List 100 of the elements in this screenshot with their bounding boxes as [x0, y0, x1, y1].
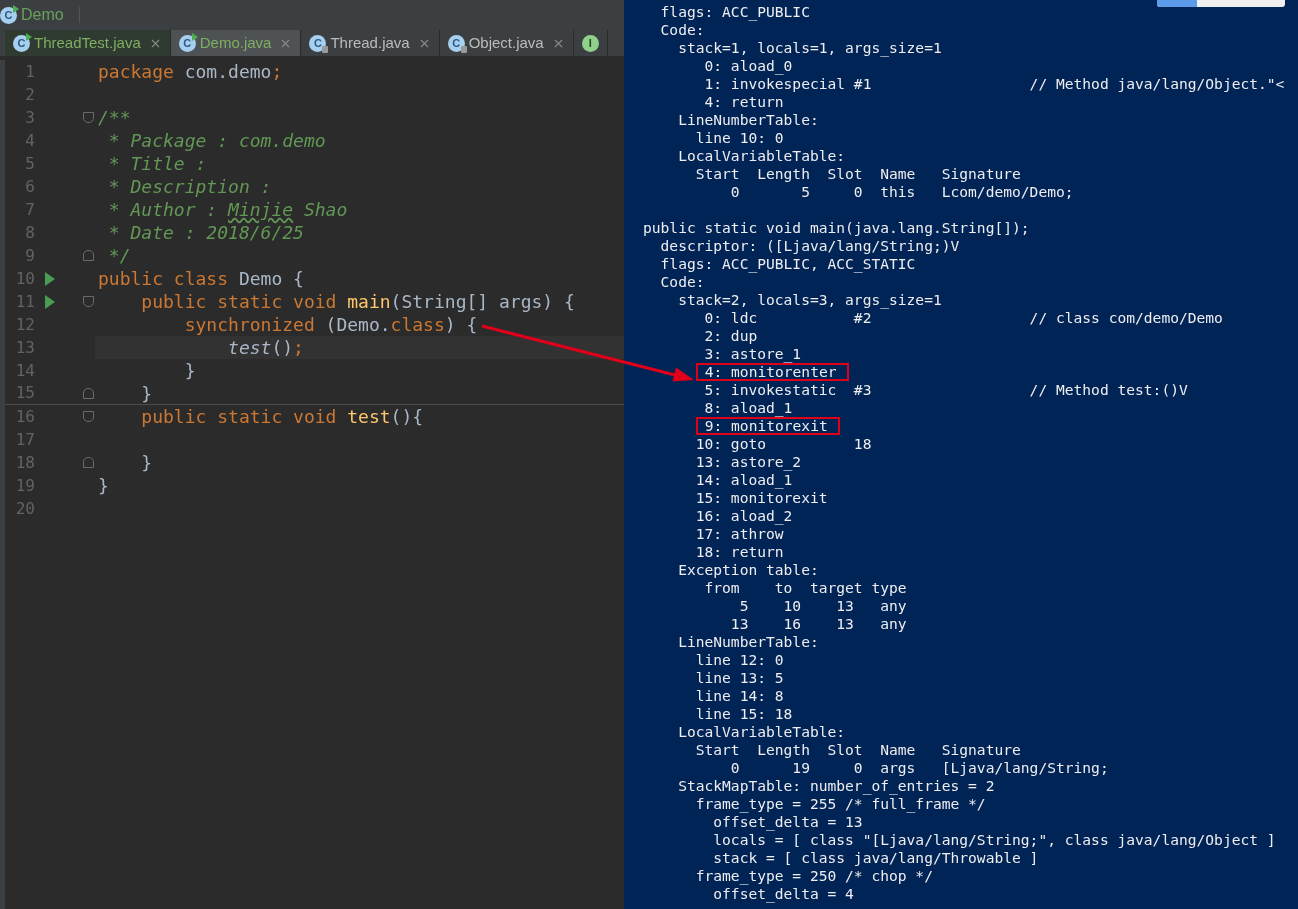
- code-line: }: [140, 451, 153, 475]
- console-line: flags: ACC_PUBLIC, ACC_STATIC: [659, 255, 916, 272]
- code-line: * Title :: [107, 152, 207, 176]
- console-line: Code:: [659, 273, 705, 290]
- fold-marker-icon[interactable]: [82, 112, 94, 123]
- line-number: 13: [14, 336, 35, 359]
- line-number: 1: [24, 60, 35, 83]
- code-line: /**: [98, 106, 131, 130]
- line-number: 19: [14, 474, 35, 497]
- code-line: * Package : com.demo: [107, 129, 326, 153]
- code-line: }: [98, 474, 109, 498]
- console-line: locals = [ class "[Ljava/lang/String;", class java/lang/Object ]: [712, 831, 1276, 848]
- console-line: Start Length Slot Name Signature: [694, 165, 1021, 182]
- console-line: 5 10 13 any: [738, 597, 907, 614]
- line-number: 16: [14, 405, 35, 428]
- code-line: test();: [227, 336, 304, 360]
- line-number: 11: [14, 290, 35, 313]
- code-line: */: [107, 244, 131, 268]
- console-line: LineNumberTable:: [677, 111, 819, 128]
- class-icon: I: [581, 34, 599, 52]
- console-line: stack=2, locals=3, args_size=1: [677, 291, 942, 308]
- console-line: 2: dup: [703, 327, 758, 344]
- console-line: 16: aload_2: [694, 507, 793, 524]
- code-line: * Date : 2018/6/25: [107, 221, 304, 245]
- console-line: 3: astore_1: [703, 345, 802, 362]
- run-icon[interactable]: [45, 271, 55, 286]
- line-number: 4: [24, 129, 35, 152]
- console-line: stack=1, locals=1, args_size=1: [677, 39, 942, 56]
- console-line: StackMapTable: number_of_entries = 2: [677, 777, 995, 794]
- line-number: 3: [24, 106, 35, 129]
- fold-marker-icon[interactable]: [82, 411, 94, 422]
- console-line: from to target type: [703, 579, 907, 596]
- console-line: 4: return: [703, 93, 784, 110]
- class-icon: C: [178, 34, 196, 52]
- code-line: public static void main(String[] args) {: [140, 290, 575, 314]
- code-line: }: [183, 359, 196, 383]
- line-number: 20: [14, 497, 35, 520]
- console-line: LocalVariableTable:: [677, 723, 846, 740]
- breadcrumb-item[interactable]: Demo: [21, 3, 64, 27]
- class-icon: C: [309, 34, 327, 52]
- line-number: 10: [14, 267, 35, 290]
- class-icon: C: [447, 34, 465, 52]
- console-line: flags: ACC_PUBLIC: [659, 3, 810, 20]
- console-line: line 13: 5: [694, 669, 784, 686]
- class-icon: C: [13, 34, 30, 52]
- fold-marker-icon[interactable]: [82, 250, 94, 261]
- line-number: 2: [24, 83, 35, 106]
- console-line: 15: monitorexit: [694, 489, 828, 506]
- console-line: 18: return: [694, 543, 784, 560]
- line-number: 14: [14, 359, 35, 382]
- console-line: 17: athrow: [694, 525, 784, 542]
- console-line: 14: aload_1: [694, 471, 793, 488]
- console-line: 0: aload_0: [703, 57, 793, 74]
- code-line: }: [140, 381, 153, 406]
- line-number: 18: [14, 451, 35, 474]
- line-number: 6: [24, 175, 35, 198]
- console-line: frame_type = 250 /* chop */: [694, 867, 933, 884]
- fold-marker-icon[interactable]: [82, 387, 94, 399]
- console-line: 13 16 13 any: [729, 615, 907, 632]
- line-number: 8: [24, 221, 35, 244]
- console-line: 0 5 0 this Lcom/demo/Demo;: [729, 183, 1074, 200]
- line-number: 15: [14, 382, 35, 404]
- fold-marker-icon[interactable]: [82, 457, 94, 468]
- run-icon[interactable]: [45, 294, 55, 309]
- console-line: 8: aload_1: [703, 399, 793, 416]
- console-line: offset_delta = 4: [712, 885, 854, 902]
- line-number: 5: [24, 152, 35, 175]
- class-icon: C: [0, 6, 17, 24]
- console-line: LineNumberTable:: [677, 633, 819, 650]
- console-line: stack = [ class java/lang/Throwable ]: [712, 849, 1039, 866]
- code-line: * Description :: [107, 175, 272, 199]
- console-line: 10: goto 18: [694, 435, 872, 452]
- line-number: 9: [24, 244, 35, 267]
- line-number: 17: [14, 428, 35, 451]
- console-line: 5: invokestatic #3 // Method test:()V: [703, 381, 1188, 398]
- console-line: descriptor: ([Ljava/lang/String;)V: [659, 237, 960, 254]
- code-line: synchronized (Demo.class) {: [183, 313, 478, 337]
- line-number: 12: [14, 313, 35, 336]
- console-line: line 12: 0: [694, 651, 784, 668]
- console-line: Exception table:: [677, 561, 819, 578]
- code-line: public class Demo {: [98, 267, 304, 291]
- file-tab[interactable]: C Demo.java: [170, 30, 302, 56]
- console-line: LocalVariableTable:: [677, 147, 846, 164]
- code-line: * Author : Minjie Shao: [107, 198, 348, 222]
- console-line: line 10: 0: [694, 129, 784, 146]
- console-line: frame_type = 255 /* full_frame */: [694, 795, 986, 812]
- console-line: line 14: 8: [694, 687, 784, 704]
- line-number: 7: [24, 198, 35, 221]
- console-line: 0 19 0 args [Ljava/lang/String;: [729, 759, 1109, 776]
- console-line: Code:: [659, 21, 705, 38]
- file-tab[interactable]: C ThreadTest.java: [5, 30, 171, 56]
- console-line: 1: invokespecial #1 // Method java/lang/Object."<: [703, 75, 1285, 92]
- code-line: public static void test(){: [140, 405, 424, 429]
- console-line: offset_delta = 13: [712, 813, 863, 830]
- console-line: Start Length Slot Name Signature: [694, 741, 1021, 758]
- console-line: 13: astore_2: [694, 453, 802, 470]
- console-line: public static void main(java.lang.String[]);: [643, 219, 1030, 236]
- console-line: 0: ldc #2 // class com/demo/Demo: [703, 309, 1223, 326]
- console-line: line 15: 18: [694, 705, 793, 722]
- fold-marker-icon[interactable]: [82, 296, 94, 307]
